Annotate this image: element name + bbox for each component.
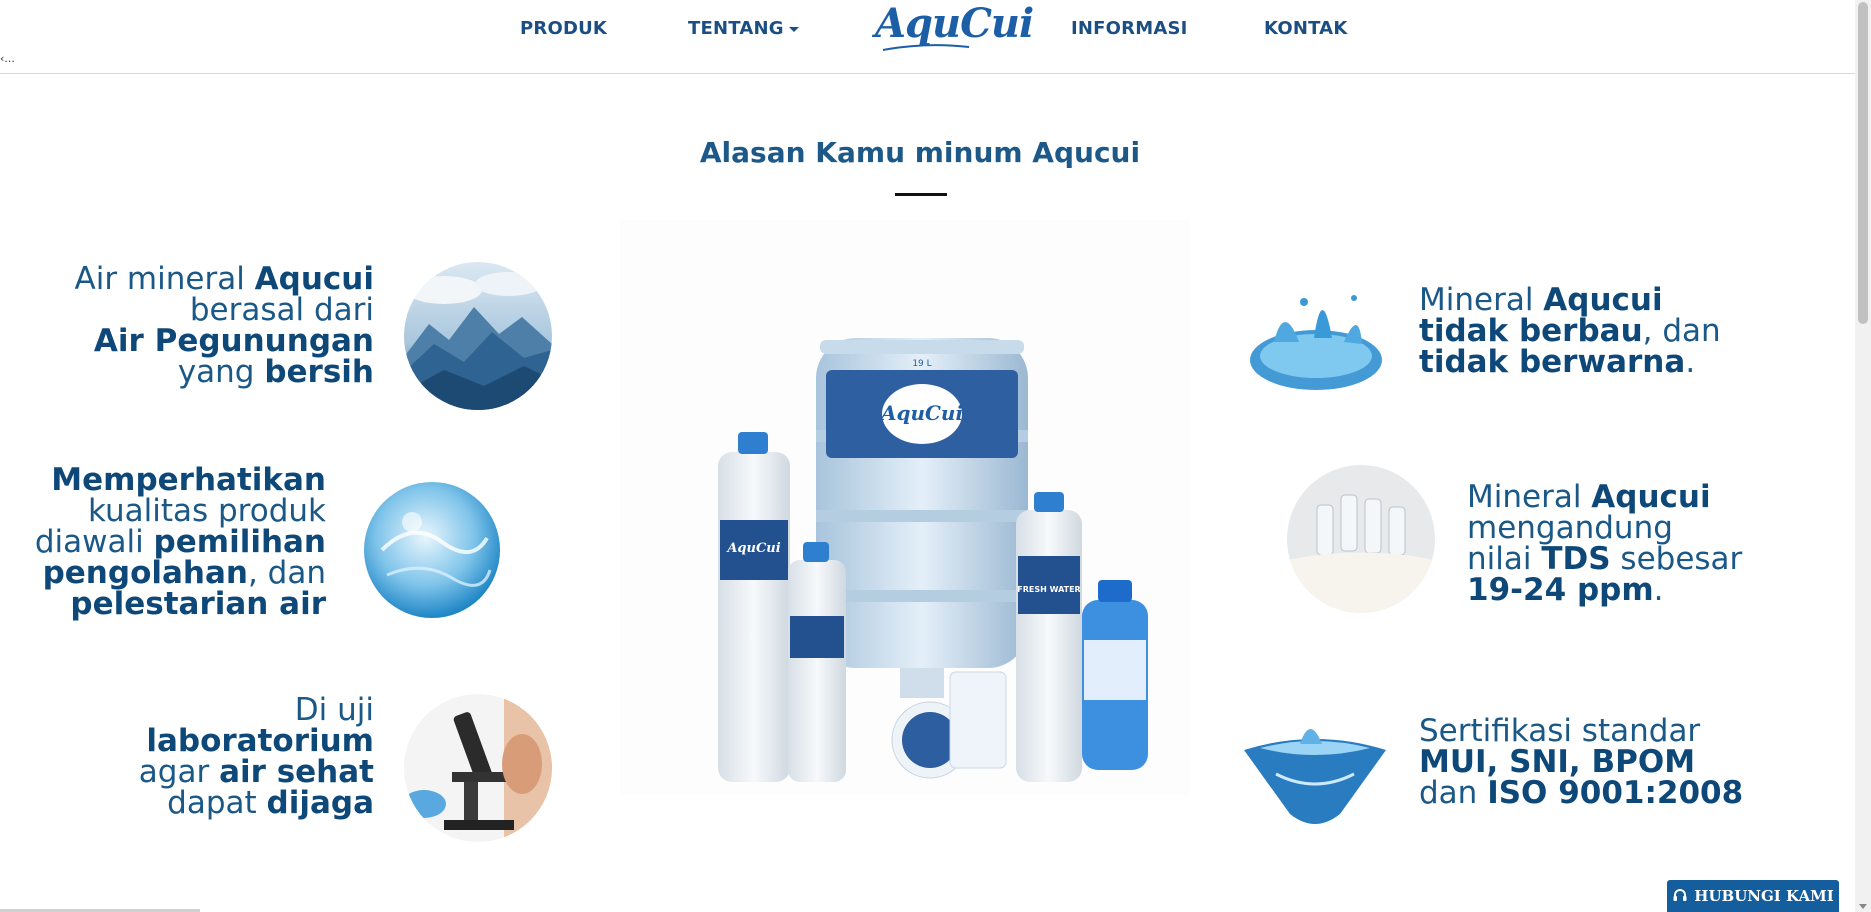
logo-text: AquCui [875,0,1034,47]
feature-text: . [1653,572,1664,608]
brand-logo[interactable]: AquCui [875,0,1034,51]
gallon-size-text: 19 L [912,359,931,369]
scroll-down-icon[interactable] [1859,904,1867,909]
feature-text-bold: pelestarian air [70,586,326,622]
feature-mountain-water: Air mineral Aqucui berasal dari Air Pegunu… [75,264,375,388]
feature-line: Di uji [139,695,374,726]
mountain-image [404,262,552,410]
nav-produk[interactable]: PRODUK [520,18,607,39]
headset-icon [1673,889,1687,901]
feature-text-bold: ISO 9001:2008 [1487,775,1744,811]
nav-tentang[interactable]: TENTANG [688,18,799,39]
breadcrumb-ellipsis: ‹... [0,52,15,65]
contact-us-label: HUBUNGI KAMI [1694,887,1834,905]
feature-certification: Sertifikasi standar MUI, SNI, BPOM dan ISO… [1419,716,1743,809]
feature-laboratory: Di uji laboratorium agar air sehat dapat di… [139,695,374,819]
feature-line: mengandung [1467,513,1742,544]
feature-no-odor: Mineral Aqucui tidak berbau, dan tidak ber… [1419,285,1721,378]
feature-line: dan ISO 9001:2008 [1419,778,1743,809]
title-divider [895,193,947,196]
feature-line: pelestarian air [35,589,326,620]
feature-line: Mineral Aqucui [1419,285,1721,316]
feature-line: diawali pemilihan [35,527,326,558]
microscope-image [404,694,552,842]
water-sphere-image [362,480,502,620]
product-group-image: AquCui 19 L AquCui FRESH WATER [620,220,1190,795]
water-drop-image [1240,714,1390,830]
logo-swoosh-icon [882,44,970,51]
feature-text-bold: 19-24 ppm [1467,572,1654,608]
feature-line: agar air sehat [139,757,374,788]
feature-text-bold: tidak berwarna [1419,344,1686,380]
feature-tds: Mineral Aqucui mengandung nilai TDS sebesa… [1467,482,1742,606]
section-title: Alasan Kamu minum Aqucui [699,136,1141,169]
feature-line: Sertifikasi standar [1419,716,1743,747]
feature-line: pengolahan, dan [35,558,326,589]
feature-line: Memperhatikan [35,465,326,496]
feature-line: Air Pegunungan [75,326,374,357]
feature-line: MUI, SNI, BPOM [1419,747,1743,778]
scroll-thumb[interactable] [1858,2,1868,324]
lab-bottles-image [1287,465,1435,613]
feature-line: dapat dijaga [139,788,374,819]
nav-informasi[interactable]: INFORMASI [1071,18,1188,39]
gallon-brand-text: AquCui [879,401,963,425]
feature-line: Mineral Aqucui [1467,482,1742,513]
caret-down-icon [788,26,799,32]
feature-line: yang bersih [75,354,374,390]
feature-text: . [1685,344,1696,380]
nav-tentang-label: TENTANG [688,18,784,39]
feature-text: dan [1419,775,1488,811]
feature-text: yang [177,354,265,390]
feature-text-bold: bersih [264,354,374,390]
feature-line: nilai TDS sebesar [1467,544,1742,575]
feature-line: 19-24 ppm. [1467,575,1742,606]
feature-line: laboratorium [139,726,374,757]
feature-line: berasal dari [75,295,374,326]
page-scrollbar[interactable] [1855,0,1871,912]
nav-kontak[interactable]: KONTAK [1264,18,1347,39]
bottle-fresh-text: FRESH WATER [1017,585,1080,594]
contact-us-button[interactable]: HUBUNGI KAMI [1667,880,1839,912]
water-splash-image [1244,272,1386,402]
feature-line: kualitas produk [35,496,326,527]
feature-line: tidak berbau, dan [1419,316,1721,347]
site-header: PRODUK TENTANG AquCui INFORMASI KONTAK ‹… [0,0,1855,74]
feature-text: dapat [167,785,267,821]
feature-quality: Memperhatikan kualitas produk diawali pemi… [35,465,326,620]
bottle-brand-text: AquCui [725,541,780,556]
feature-line: Air mineral Aqucui [75,264,375,295]
feature-text-bold: dijaga [266,785,374,821]
feature-line: tidak berwarna. [1419,347,1721,378]
